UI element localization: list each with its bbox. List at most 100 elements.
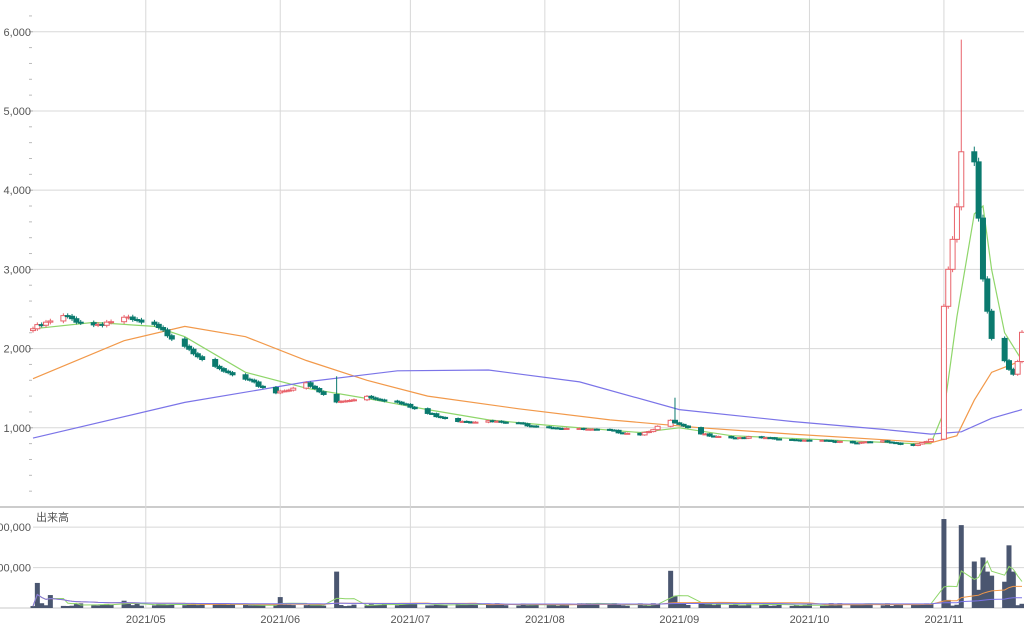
candle-up — [48, 321, 53, 322]
candle-up — [473, 422, 478, 423]
candle-up — [746, 437, 751, 439]
volume-bar — [74, 604, 79, 608]
volume-bar — [672, 596, 677, 608]
volume-bar — [338, 605, 343, 608]
volume-bar — [833, 605, 838, 608]
candle-down — [972, 152, 977, 162]
candle-down — [594, 429, 599, 430]
date-tick-label: 2021/06 — [260, 614, 300, 626]
stock-chart: 1,0002,0003,0004,0005,0006,0002021/05202… — [0, 0, 1024, 631]
volume-bar — [798, 606, 803, 608]
date-tick-label: 2021/05 — [126, 614, 166, 626]
volume-bar — [564, 605, 569, 608]
candle-up — [291, 388, 296, 390]
volume-bar — [976, 590, 981, 608]
volume-bar — [642, 605, 647, 608]
candle-down — [334, 394, 339, 402]
volume-bar — [434, 605, 439, 608]
volume-bars — [31, 519, 1024, 608]
volume-bar — [790, 606, 795, 608]
candle-down — [868, 442, 873, 443]
volume-bar — [620, 605, 625, 608]
candle-down — [230, 373, 235, 375]
volume-bar — [985, 572, 990, 608]
volume-bar — [343, 606, 348, 608]
volume-bar — [31, 606, 36, 608]
volume-bar — [252, 605, 257, 608]
volume-tick-label: 00,000 — [0, 522, 31, 534]
volume-bar — [226, 605, 231, 608]
volume-bar — [230, 604, 235, 608]
volume-bar — [351, 605, 356, 608]
candle-down — [182, 339, 187, 346]
candle-up — [351, 400, 356, 401]
volume-bar — [1002, 582, 1007, 608]
volume-bar — [699, 603, 704, 608]
candle-up — [1020, 332, 1024, 361]
volume-bar — [525, 605, 530, 608]
volume-bar — [772, 606, 777, 608]
volume-bar — [334, 572, 339, 608]
volume-bar — [61, 606, 66, 608]
volume-bar — [1011, 572, 1016, 608]
axis-labels: 1,0002,0003,0004,0005,0006,0002021/05202… — [0, 27, 963, 626]
volume-bar — [742, 606, 747, 608]
volume-bar — [646, 606, 651, 608]
candle-down — [685, 426, 690, 428]
candle-down — [503, 422, 508, 423]
candle-down — [191, 349, 196, 354]
volume-bar — [48, 595, 53, 608]
volume-bar — [685, 605, 690, 608]
volume-bar — [430, 605, 435, 608]
candle-up — [946, 269, 951, 306]
volume-bar — [152, 605, 157, 608]
candle-down — [777, 439, 782, 440]
candle-up — [954, 207, 959, 240]
volume-bar — [464, 605, 469, 608]
candle-down — [985, 279, 990, 311]
candle-down — [321, 392, 326, 395]
volume-bar — [256, 605, 261, 608]
volume-bar — [44, 605, 49, 608]
volume-bar — [286, 605, 291, 608]
candle-down — [169, 336, 174, 339]
candle-down — [243, 375, 248, 379]
volume-bar — [555, 606, 560, 608]
volume-bar — [516, 606, 521, 608]
volume-bar — [824, 606, 829, 608]
candle-down — [980, 218, 985, 279]
volume-bar — [954, 605, 959, 608]
candle-down — [200, 357, 205, 360]
volume-bar — [304, 605, 309, 608]
price-tick-label: 2,000 — [3, 344, 31, 356]
date-tick-label: 2021/08 — [525, 614, 565, 626]
volume-bar — [503, 605, 508, 608]
volume-bar — [247, 605, 252, 608]
candle-down — [139, 320, 144, 322]
candle-down — [213, 359, 218, 366]
candle-down — [443, 417, 448, 418]
candle-down — [699, 428, 704, 434]
chart-svg: 1,0002,0003,0004,0005,0006,0002021/05202… — [0, 0, 1024, 631]
candle-down — [534, 426, 539, 427]
candle-up — [716, 436, 721, 437]
candle-up — [1015, 362, 1020, 375]
price-tick-label: 3,000 — [3, 264, 31, 276]
volume-bar — [182, 605, 187, 608]
volume-bar — [712, 605, 717, 608]
candle-down — [256, 382, 261, 386]
volume-bar — [347, 606, 352, 608]
volume-bar — [959, 525, 964, 608]
date-tick-label: 2021/09 — [659, 614, 699, 626]
volume-bar — [889, 606, 894, 608]
volume-bar — [807, 604, 812, 608]
volume-bar — [738, 605, 743, 608]
volume-bar — [373, 605, 378, 608]
candle-up — [928, 439, 933, 441]
volume-bar — [39, 603, 44, 608]
candlesticks — [31, 40, 1024, 447]
volume-bar — [260, 605, 265, 608]
candle-up — [959, 152, 964, 207]
volume-bar — [278, 597, 283, 608]
candle-up — [655, 426, 660, 429]
